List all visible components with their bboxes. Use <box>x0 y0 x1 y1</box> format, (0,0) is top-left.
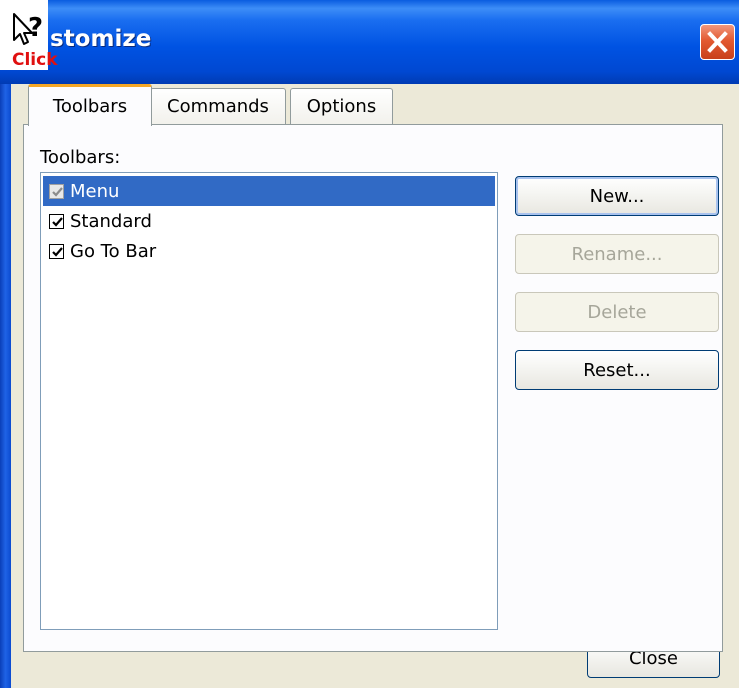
reset-button[interactable]: Reset... <box>515 350 719 390</box>
checkbox-checked-icon <box>52 186 63 197</box>
whats-this-cursor-icon: ? <box>13 13 43 45</box>
checkbox-standard[interactable] <box>49 213 64 229</box>
toolbars-listbox[interactable]: Menu Standard Go To Bar <box>40 172 498 630</box>
help-click-label: Click <box>12 50 58 70</box>
title-bar[interactable]: stomize <box>0 0 739 84</box>
new-button[interactable]: New... <box>515 176 719 216</box>
tab-options[interactable]: Options <box>290 88 393 124</box>
window-title: stomize <box>50 26 152 52</box>
window-frame-left <box>0 84 11 688</box>
list-item-label: Standard <box>70 210 152 232</box>
close-window-button[interactable] <box>700 24 735 60</box>
list-item[interactable]: Go To Bar <box>43 236 495 266</box>
checkbox-checked-icon <box>52 246 63 257</box>
list-item-label: Menu <box>70 180 120 202</box>
list-item[interactable]: Menu <box>43 176 495 206</box>
rename-button[interactable]: Rename... <box>515 234 719 274</box>
whats-this-cursor: ? Click <box>0 0 58 70</box>
list-item[interactable]: Standard <box>43 206 495 236</box>
tab-toolbars[interactable]: Toolbars <box>28 84 152 126</box>
customize-dialog: stomize ? Click Commands Options Toolbar… <box>0 0 739 688</box>
svg-text:?: ? <box>28 13 43 43</box>
list-item-label: Go To Bar <box>70 240 157 262</box>
checkbox-go-to-bar[interactable] <box>49 243 64 259</box>
tab-commands[interactable]: Commands <box>150 88 286 124</box>
checkbox-checked-icon <box>52 216 63 227</box>
checkbox-menu <box>49 183 64 199</box>
close-icon <box>707 31 728 53</box>
toolbars-label: Toolbars: <box>40 147 121 168</box>
delete-button[interactable]: Delete <box>515 292 719 332</box>
